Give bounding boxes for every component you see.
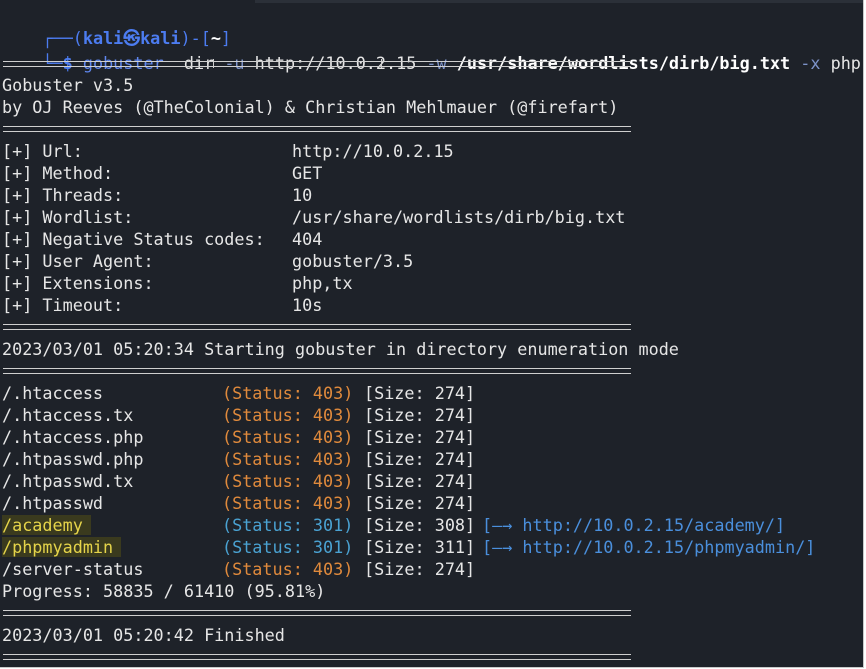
config-row: [+] User Agent: gobuster/3.5 xyxy=(2,250,413,272)
separator-tick xyxy=(381,59,382,68)
separator xyxy=(3,610,631,616)
separator xyxy=(3,324,631,330)
result-row: /.htpasswd.php (Status: 403) [Size: 274] xyxy=(2,448,475,470)
config-label: [+] Threads: xyxy=(2,185,124,205)
result-path: /.htaccess.tx xyxy=(2,405,134,425)
result-status: (Status: 403) xyxy=(222,559,354,579)
result-size: [Size: 274] xyxy=(364,449,476,469)
result-path: /.htpasswd xyxy=(2,493,104,513)
result-path-highlighted: /academy xyxy=(2,515,91,535)
result-status: (Status: 403) xyxy=(222,493,354,513)
config-row: [+] Threads: 10 xyxy=(2,184,312,206)
config-label: [+] Timeout: xyxy=(2,295,124,315)
result-size: [Size: 311] xyxy=(364,537,476,557)
result-size: [Size: 274] xyxy=(364,493,476,513)
separator xyxy=(3,368,631,374)
result-status: (Status: 403) xyxy=(222,427,354,447)
finished-message: 2023/03/01 05:20:42 Finished xyxy=(2,625,285,645)
config-row: [+] Extensions: php,tx xyxy=(2,272,353,294)
result-size: [Size: 274] xyxy=(364,559,476,579)
result-path: /.htpasswd.php xyxy=(2,449,144,469)
result-row: /server-status (Status: 403) [Size: 274] xyxy=(2,558,475,580)
terminal-top-edge xyxy=(255,0,863,3)
config-value: php,tx xyxy=(292,273,353,293)
result-row: /.htaccess (Status: 403) [Size: 274] xyxy=(2,382,475,404)
result-row: /.htaccess.tx (Status: 403) [Size: 274] xyxy=(2,404,475,426)
command-extensions: php,tx xyxy=(830,53,863,73)
config-label: [+] Method: xyxy=(2,163,114,183)
result-size: [Size: 274] xyxy=(364,405,476,425)
result-redirect-link[interactable]: [—→ http://10.0.2.15/phpmyadmin/] xyxy=(482,536,815,558)
config-label: [+] User Agent: xyxy=(2,251,154,271)
config-value: http://10.0.2.15 xyxy=(292,141,454,161)
result-status: (Status: 403) xyxy=(222,471,354,491)
result-size: [Size: 274] xyxy=(364,471,476,491)
result-status: (Status: 403) xyxy=(222,405,354,425)
config-value: GET xyxy=(292,163,323,183)
config-row: [+] Url: http://10.0.2.15 xyxy=(2,140,454,162)
result-status: (Status: 301) xyxy=(222,537,354,557)
result-status: (Status: 301) xyxy=(222,515,354,535)
result-status: (Status: 403) xyxy=(222,383,354,403)
separator xyxy=(3,126,631,132)
config-label: [+] Wordlist: xyxy=(2,207,134,227)
banner-authors: by OJ Reeves (@TheColonial) & Christian … xyxy=(2,97,619,117)
result-row-highlighted: /academy (Status: 301) [Size: 308] [—→ http… xyxy=(2,514,785,536)
config-value: 10s xyxy=(292,295,323,315)
result-row-highlighted: /phpmyadmin (Status: 301) [Size: 311] [—→ h… xyxy=(2,536,815,558)
result-path: /server-status xyxy=(2,559,144,579)
result-path-highlighted: /phpmyadmin xyxy=(2,537,122,557)
prompt-line: ┌──(kali㉿kali)-[~] xyxy=(2,5,231,48)
config-label: [+] Negative Status codes: xyxy=(2,229,265,249)
result-path: /.htaccess.php xyxy=(2,427,144,447)
command-flag-x: -x xyxy=(800,53,821,73)
result-size: [Size: 308] xyxy=(364,515,476,535)
result-size: [Size: 274] xyxy=(364,427,476,447)
result-row: /.htpasswd.tx (Status: 403) [Size: 274] xyxy=(2,470,475,492)
config-row: [+] Timeout: 10s xyxy=(2,294,322,316)
config-value: 404 xyxy=(292,229,323,249)
result-path: /.htaccess xyxy=(2,383,104,403)
command-line[interactable]: └─$ gobuster dir -u http://10.0.2.15 -w … xyxy=(2,30,863,73)
banner-version: Gobuster v3.5 xyxy=(2,75,134,95)
result-path: /.htpasswd.tx xyxy=(2,471,134,491)
config-row: [+] Method: GET xyxy=(2,162,322,184)
config-label: [+] Extensions: xyxy=(2,273,154,293)
progress-text: Progress: 58835 / 61410 (95.81%) xyxy=(2,581,326,601)
config-label: [+] Url: xyxy=(2,141,83,161)
config-value: gobuster/3.5 xyxy=(292,251,414,271)
result-row: /.htaccess.php (Status: 403) [Size: 274] xyxy=(2,426,475,448)
start-message: 2023/03/01 05:20:34 Starting gobuster in… xyxy=(2,339,679,359)
config-row: [+] Wordlist: /usr/share/wordlists/dirb/b… xyxy=(2,206,625,228)
separator xyxy=(3,59,631,68)
config-row: [+] Negative Status codes: 404 xyxy=(2,228,322,250)
terminal-window[interactable]: ┌──(kali㉿kali)-[~] └─$ gobuster dir -u h… xyxy=(0,0,864,668)
result-status: (Status: 403) xyxy=(222,449,354,469)
result-redirect-link[interactable]: [—→ http://10.0.2.15/academy/] xyxy=(482,514,785,536)
config-value: /usr/share/wordlists/dirb/big.txt xyxy=(292,207,626,227)
result-size: [Size: 274] xyxy=(364,383,476,403)
separator xyxy=(3,654,631,660)
config-value: 10 xyxy=(292,185,313,205)
separator-tick xyxy=(213,59,214,68)
result-row: /.htpasswd (Status: 403) [Size: 274] xyxy=(2,492,475,514)
